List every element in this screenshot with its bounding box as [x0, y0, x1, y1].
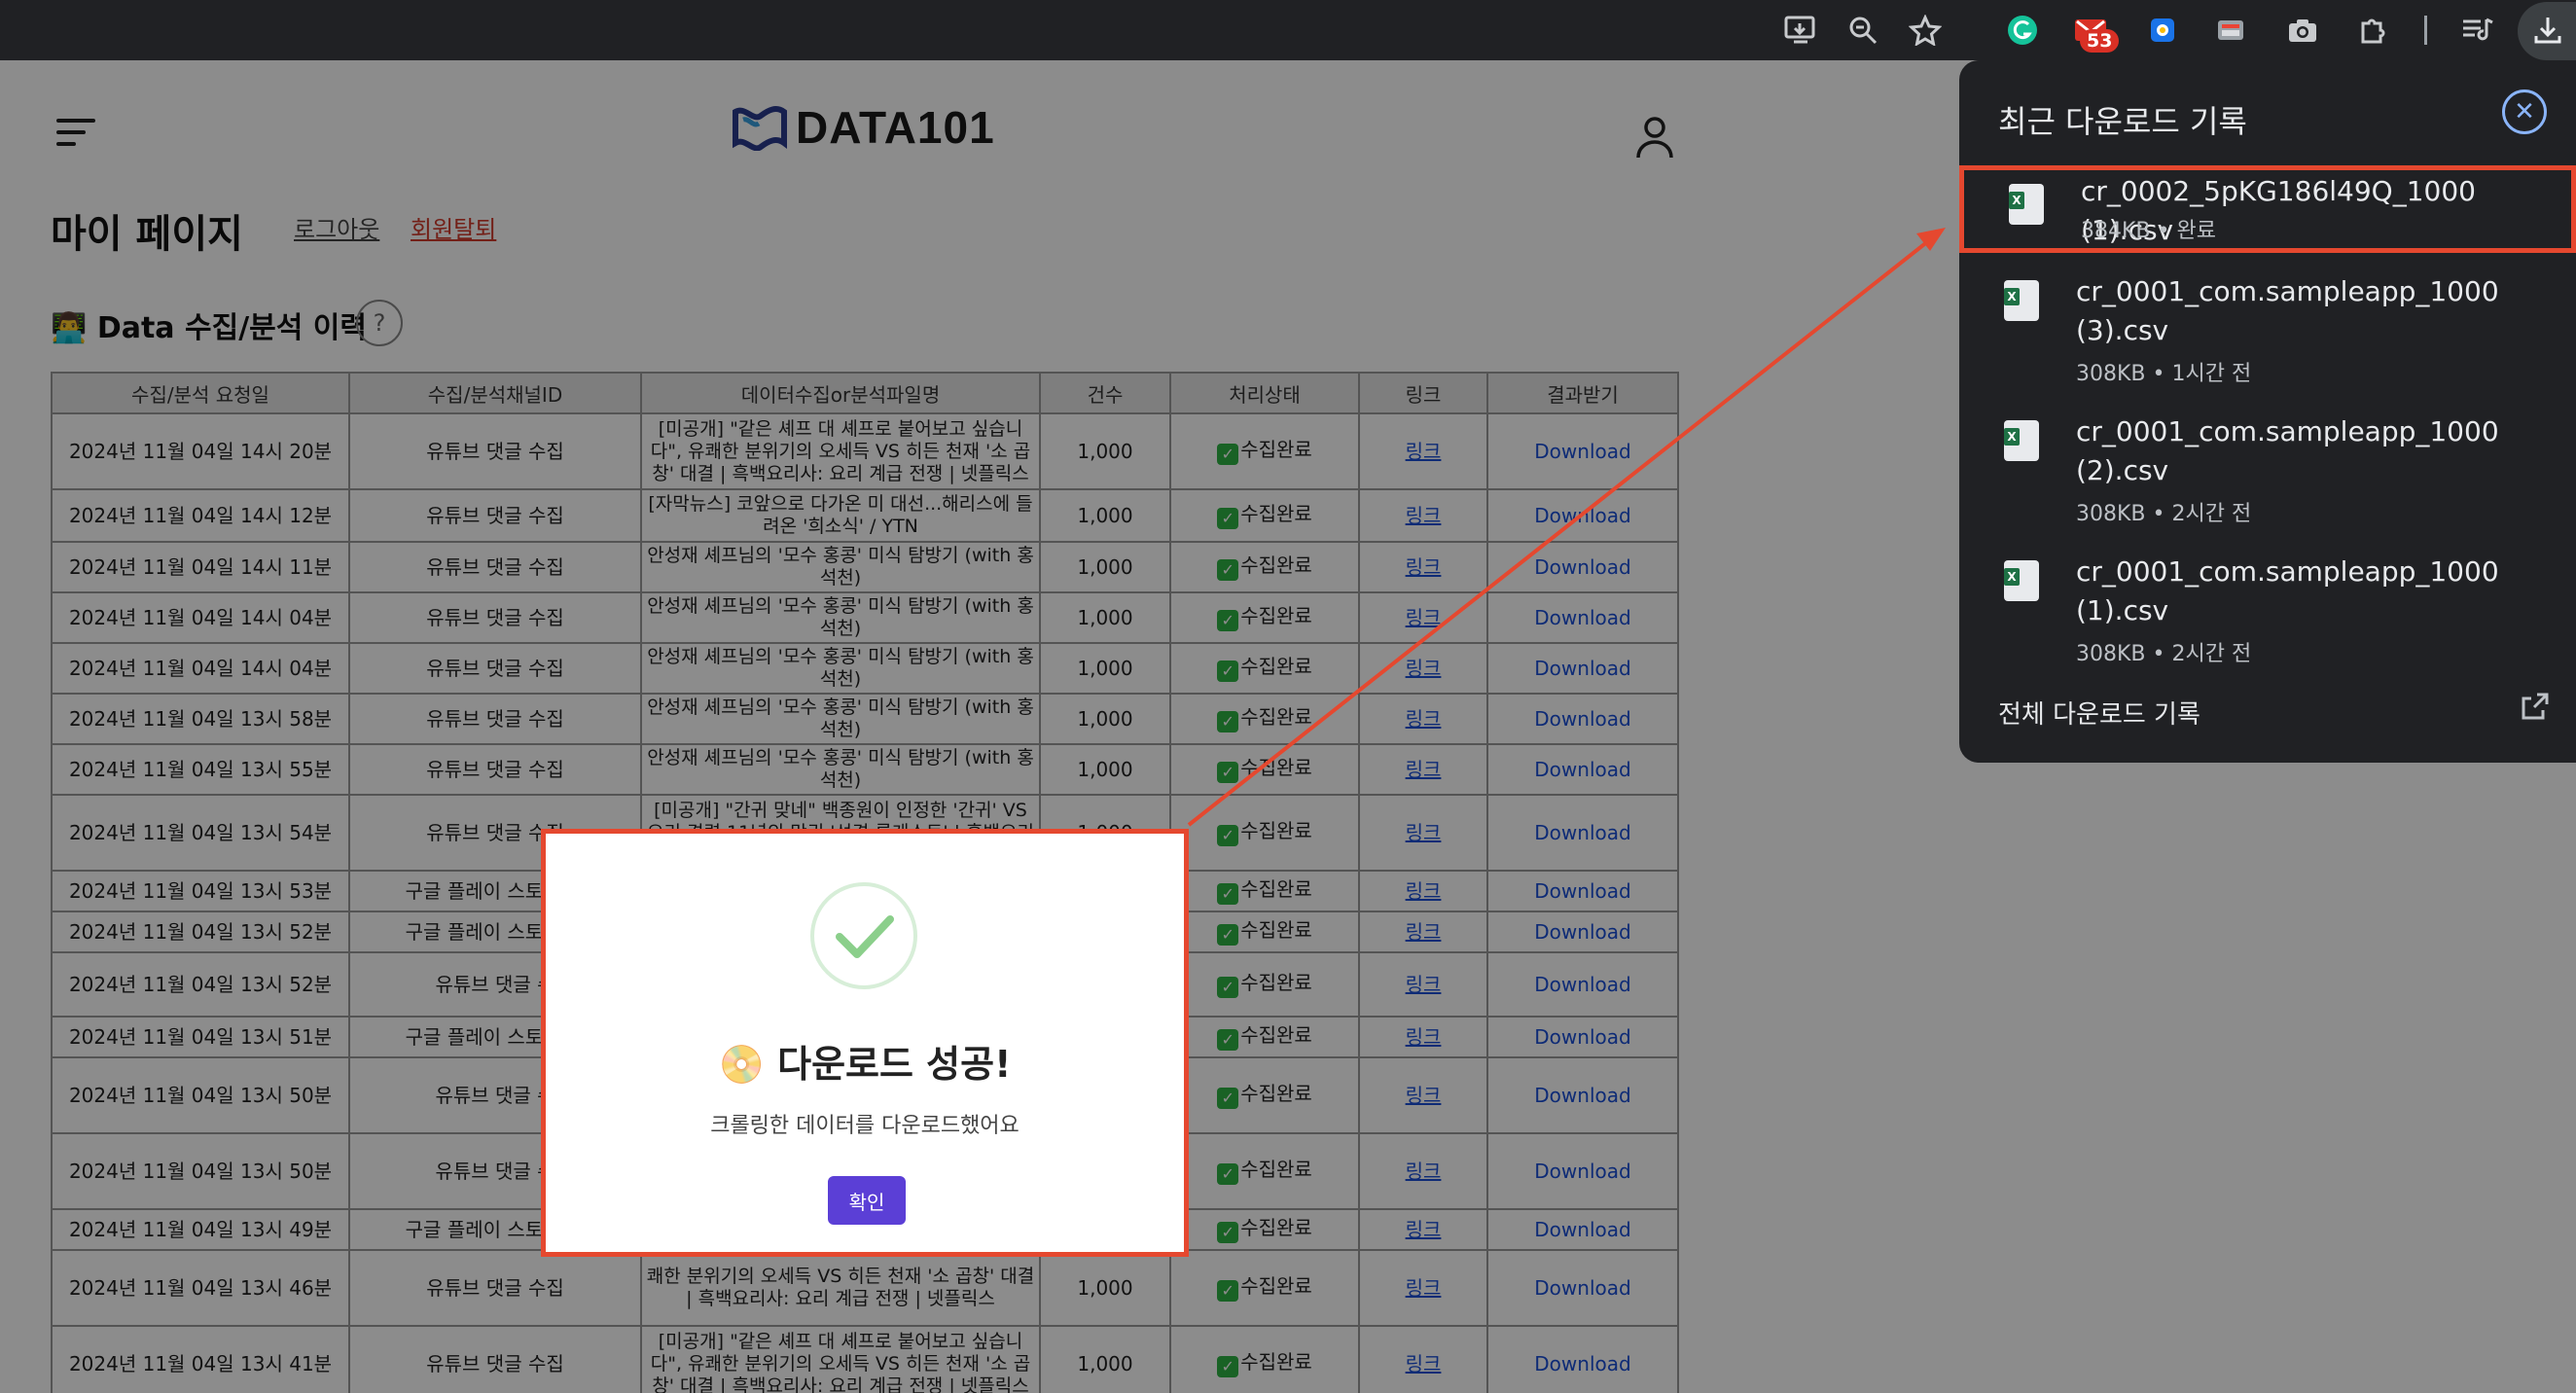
download-file-meta: 384KB • 완료: [2081, 219, 2216, 243]
browser-toolbar: 53: [0, 0, 2576, 60]
download-item[interactable]: X cr_0001_com.sampleapp_1000 (1).csv 308…: [1959, 547, 2576, 673]
download-file-meta: 308KB • 1시간 전: [2076, 362, 2252, 386]
downloads-panel: 최근 다운로드 기록 ✕ X cr_0002_5pKG186l49Q_1000 …: [1959, 60, 2576, 763]
download-item[interactable]: X cr_0001_com.sampleapp_1000 (3).csv 308…: [1959, 267, 2576, 393]
extension-icon[interactable]: [2212, 12, 2249, 49]
install-app-icon[interactable]: [1782, 12, 1819, 49]
download-success-modal: 📀 다운로드 성공! 크롤링한 데이터를 다운로드했어요 확인: [541, 829, 1189, 1257]
download-icon[interactable]: [2529, 12, 2566, 49]
modal-message: 크롤링한 데이터를 다운로드했어요: [710, 1114, 1020, 1138]
download-item[interactable]: X cr_0001_com.sampleapp_1000 (2).csv 308…: [1959, 407, 2576, 533]
extension-icon[interactable]: [2144, 12, 2181, 49]
media-icon[interactable]: [2459, 12, 2496, 49]
download-file-name: cr_0001_com.sampleapp_1000 (3).csv: [2076, 275, 2499, 346]
modal-title: 📀 다운로드 성공!: [546, 1034, 1184, 1088]
open-external-icon[interactable]: [2520, 691, 2551, 722]
download-file-name: cr_0001_com.sampleapp_1000 (1).csv: [2076, 555, 2499, 626]
excel-file-icon: X: [2004, 280, 2039, 321]
excel-file-icon: X: [2009, 184, 2044, 225]
all-downloads-link[interactable]: 전체 다운로드 기록: [1998, 695, 2200, 731]
puzzle-icon[interactable]: [2354, 12, 2391, 49]
disc-emoji: 📀: [718, 1043, 765, 1086]
close-icon[interactable]: ✕: [2502, 89, 2547, 134]
excel-file-icon: X: [2004, 560, 2039, 601]
download-file-name: cr_0001_com.sampleapp_1000 (2).csv: [2076, 415, 2499, 486]
excel-file-icon: X: [2004, 420, 2039, 461]
confirm-button[interactable]: 확인: [828, 1176, 906, 1225]
camera-icon[interactable]: [2284, 12, 2321, 49]
bookmark-star-icon[interactable]: [1907, 12, 1944, 49]
modal-title-text: 다운로드 성공!: [777, 1043, 1012, 1086]
grammarly-icon[interactable]: [2004, 12, 2041, 49]
download-file-meta: 308KB • 2시간 전: [2076, 642, 2252, 666]
mail-count-badge: 53: [2080, 29, 2120, 53]
downloads-panel-title: 최근 다운로드 기록: [1998, 103, 2247, 140]
download-item[interactable]: X cr_0002_5pKG186l49Q_1000 (1).csv 384KB…: [1959, 165, 2576, 253]
download-file-meta: 308KB • 2시간 전: [2076, 502, 2252, 526]
success-check-icon: [810, 882, 917, 989]
toolbar-divider: [2424, 16, 2427, 45]
zoom-icon[interactable]: [1844, 12, 1881, 49]
